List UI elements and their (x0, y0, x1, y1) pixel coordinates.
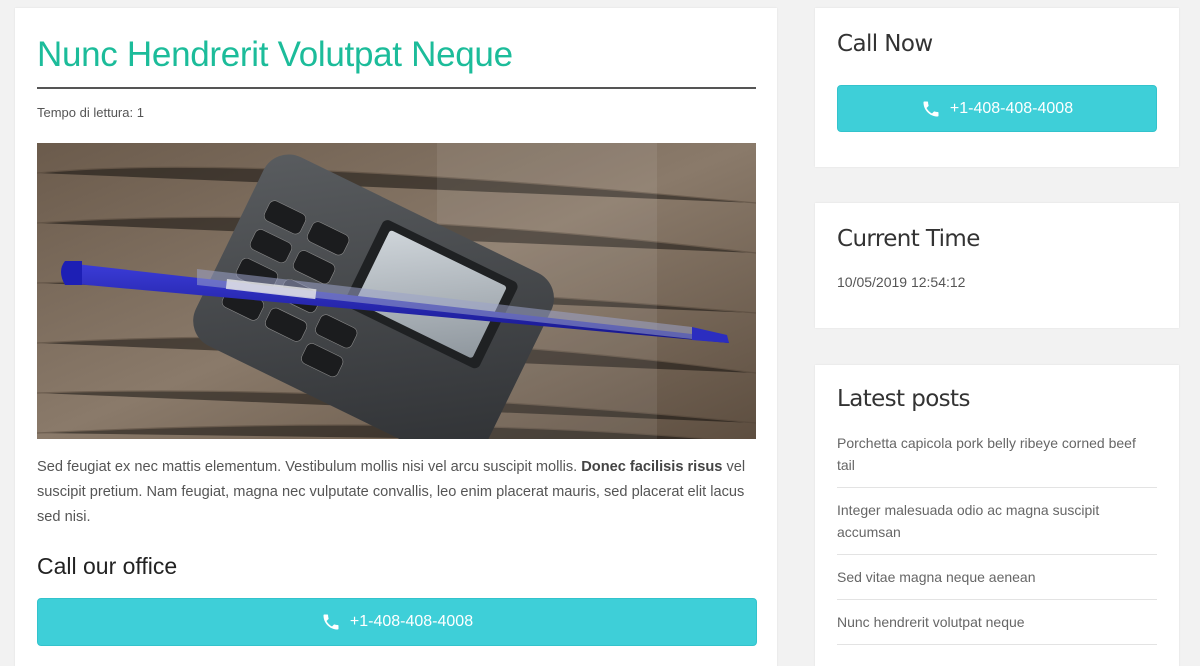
latest-posts-title: Latest posts (837, 386, 970, 412)
phone-icon (323, 614, 339, 630)
phone-icon (923, 101, 939, 116)
call-now-button[interactable]: +1-408-408-4008 (837, 85, 1157, 132)
call-now-button-label: +1-408-408-4008 (949, 99, 1074, 117)
post-title: Nunc Hendrerit Volutpat Neque (37, 34, 756, 89)
call-office-button-label: +1-408-408-4008 (349, 613, 474, 630)
office-heading: Call our office (37, 553, 178, 579)
post-image (37, 143, 756, 439)
latest-posts-list: Porchetta capicola pork belly ribeye cor… (837, 432, 1157, 645)
latest-post-link[interactable]: Integer malesuada odio ac magna suscipit… (837, 499, 1157, 555)
current-time-value: 10/05/2019 12:54:12 (837, 274, 966, 290)
post-body-bold: Donec facilisis risus (581, 459, 723, 475)
post-body-text-1: Sed feugiat ex nec mattis elementum. Ves… (37, 459, 582, 475)
latest-posts-widget: Latest posts Porchetta capicola pork bel… (815, 365, 1179, 666)
current-time-widget: Current Time 10/05/2019 12:54:12 (815, 203, 1179, 328)
latest-post-link[interactable]: Porchetta capicola pork belly ribeye cor… (837, 432, 1157, 488)
call-now-title: Call Now (837, 31, 933, 57)
post-body: Sed feugiat ex nec mattis elementum. Ves… (37, 455, 756, 530)
call-office-button[interactable]: +1-408-408-4008 (37, 598, 757, 646)
call-now-widget: Call Now +1-408-408-4008 (815, 8, 1179, 167)
current-time-title: Current Time (837, 226, 980, 252)
main-article: Nunc Hendrerit Volutpat Neque Tempo di l… (15, 8, 777, 666)
reading-time: Tempo di lettura: 1 (37, 105, 144, 120)
latest-post-link[interactable]: Sed vitae magna neque aenean (837, 566, 1157, 600)
latest-post-link[interactable]: Nunc hendrerit volutpat neque (837, 611, 1157, 645)
